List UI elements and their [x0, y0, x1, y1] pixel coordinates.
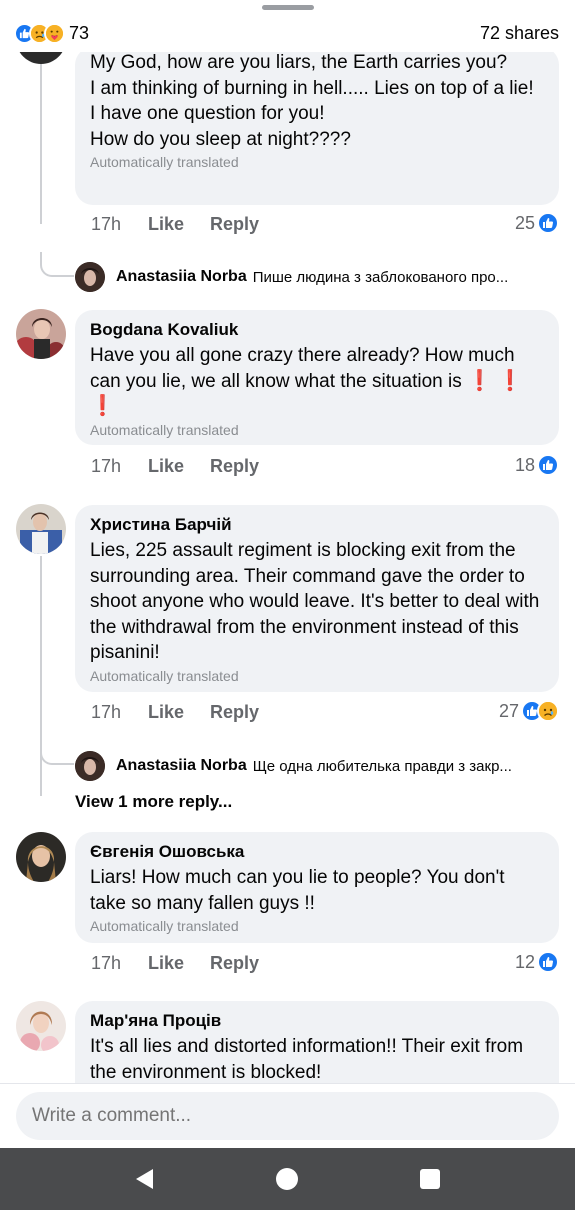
avatar[interactable] — [75, 262, 105, 292]
recents-icon[interactable] — [418, 1167, 442, 1191]
translation-note[interactable]: Automatically translated — [90, 667, 545, 685]
thread-line — [40, 64, 42, 224]
comment-reactions[interactable]: 12 — [515, 950, 559, 974]
care-icon — [44, 22, 65, 44]
view-more-replies-link[interactable]: View 1 more reply... — [75, 792, 232, 812]
reply-button[interactable]: Reply — [210, 456, 259, 477]
comment-author[interactable]: Bogdana Kovaliuk — [90, 320, 545, 340]
avatar[interactable] — [16, 504, 66, 554]
reactions-summary-bar: 73 72 shares — [0, 14, 575, 52]
comment-bubble[interactable]: My God, how are you liars, the Earth car… — [75, 47, 559, 205]
translation-note[interactable]: Automatically translated — [90, 917, 545, 935]
comment-input[interactable] — [16, 1092, 559, 1140]
comment-text: Have you all gone crazy there already? H… — [90, 343, 545, 420]
avatar[interactable] — [16, 309, 66, 359]
comment-bubble[interactable]: Мар'яна Проців It's all lies and distort… — [75, 1001, 559, 1083]
reaction-count: 18 — [514, 454, 535, 475]
comment-composer-bar — [0, 1083, 575, 1148]
comment-time: 17h — [91, 213, 122, 234]
translation-note[interactable]: Automatically translated — [90, 421, 545, 439]
comment-text-body: Have you all gone crazy there already? H… — [90, 345, 515, 392]
like-button[interactable]: Like — [148, 953, 210, 974]
comment-time: 17h — [91, 701, 122, 722]
reply-button[interactable]: Reply — [210, 953, 259, 974]
shares-count[interactable]: 72 shares — [480, 23, 559, 44]
avatar[interactable] — [16, 832, 66, 882]
reaction-total: 73 — [69, 22, 90, 43]
sad-icon — [537, 700, 559, 722]
reply-preview[interactable]: Anastasiia Norba Пише людина з заблокова… — [75, 262, 565, 292]
comment-time: 17h — [91, 952, 122, 973]
comment-bubble[interactable]: Bogdana Kovaliuk Have you all gone crazy… — [75, 310, 559, 445]
reply-connector — [40, 740, 74, 765]
comment-text: Liars! How much can you lie to people? Y… — [90, 867, 505, 914]
comment-text: Lies, 225 assault regiment is blocking e… — [90, 540, 540, 663]
comment-bubble[interactable]: Христина Барчій Lies, 225 assault regime… — [75, 505, 559, 692]
reaction-count: 12 — [514, 951, 535, 972]
comment-actions: 17h Like Reply — [91, 212, 259, 236]
system-navigation-bar — [0, 1148, 575, 1210]
comment-author[interactable]: Мар'яна Проців — [90, 1011, 545, 1031]
like-icon — [537, 212, 559, 234]
reply-preview[interactable]: Anastasiia Norba Ще одна любителька прав… — [75, 751, 565, 781]
comment-text: My God, how are you liars, the Earth car… — [90, 52, 534, 150]
like-icon — [537, 454, 559, 476]
comments-feed[interactable]: My God, how are you liars, the Earth car… — [0, 0, 575, 1083]
avatar[interactable] — [75, 751, 105, 781]
like-button[interactable]: Like — [148, 702, 210, 723]
reply-text: Пише людина з заблокованого про... — [252, 268, 509, 286]
comment-bubble[interactable]: Євгенія Ошовська Liars! How much can you… — [75, 832, 559, 943]
reply-author[interactable]: Anastasiia Norba — [116, 268, 247, 286]
reply-connector — [40, 252, 74, 277]
comment-author[interactable]: Євгенія Ошовська — [90, 842, 545, 862]
avatar[interactable] — [16, 1001, 66, 1051]
like-button[interactable]: Like — [148, 456, 210, 477]
comment-text: It's all lies and distorted information!… — [90, 1036, 524, 1083]
back-icon[interactable] — [133, 1167, 157, 1191]
comment-time: 17h — [91, 455, 122, 476]
comment-reactions[interactable]: 25 — [515, 211, 559, 235]
like-button[interactable]: Like — [148, 214, 210, 235]
comment-actions: 17h Like Reply — [91, 454, 259, 478]
reply-author[interactable]: Anastasiia Norba — [116, 757, 247, 775]
like-icon — [537, 951, 559, 973]
comment-author[interactable]: Христина Барчій — [90, 515, 545, 535]
reply-button[interactable]: Reply — [210, 702, 259, 723]
reaction-count: 27 — [498, 700, 519, 721]
reply-button[interactable]: Reply — [210, 214, 259, 235]
home-icon[interactable] — [275, 1167, 299, 1191]
comment-actions: 17h Like Reply — [91, 700, 259, 724]
reaction-count: 25 — [514, 212, 535, 233]
comment-actions: 17h Like Reply — [91, 951, 259, 975]
translation-note[interactable]: Automatically translated — [90, 153, 545, 171]
reply-text: Ще одна любителька правди з закр... — [252, 757, 512, 775]
post-reactions[interactable]: 73 — [14, 22, 89, 44]
comment-reactions[interactable]: 18 — [515, 453, 559, 477]
comment-reactions[interactable]: 27 — [499, 699, 559, 723]
